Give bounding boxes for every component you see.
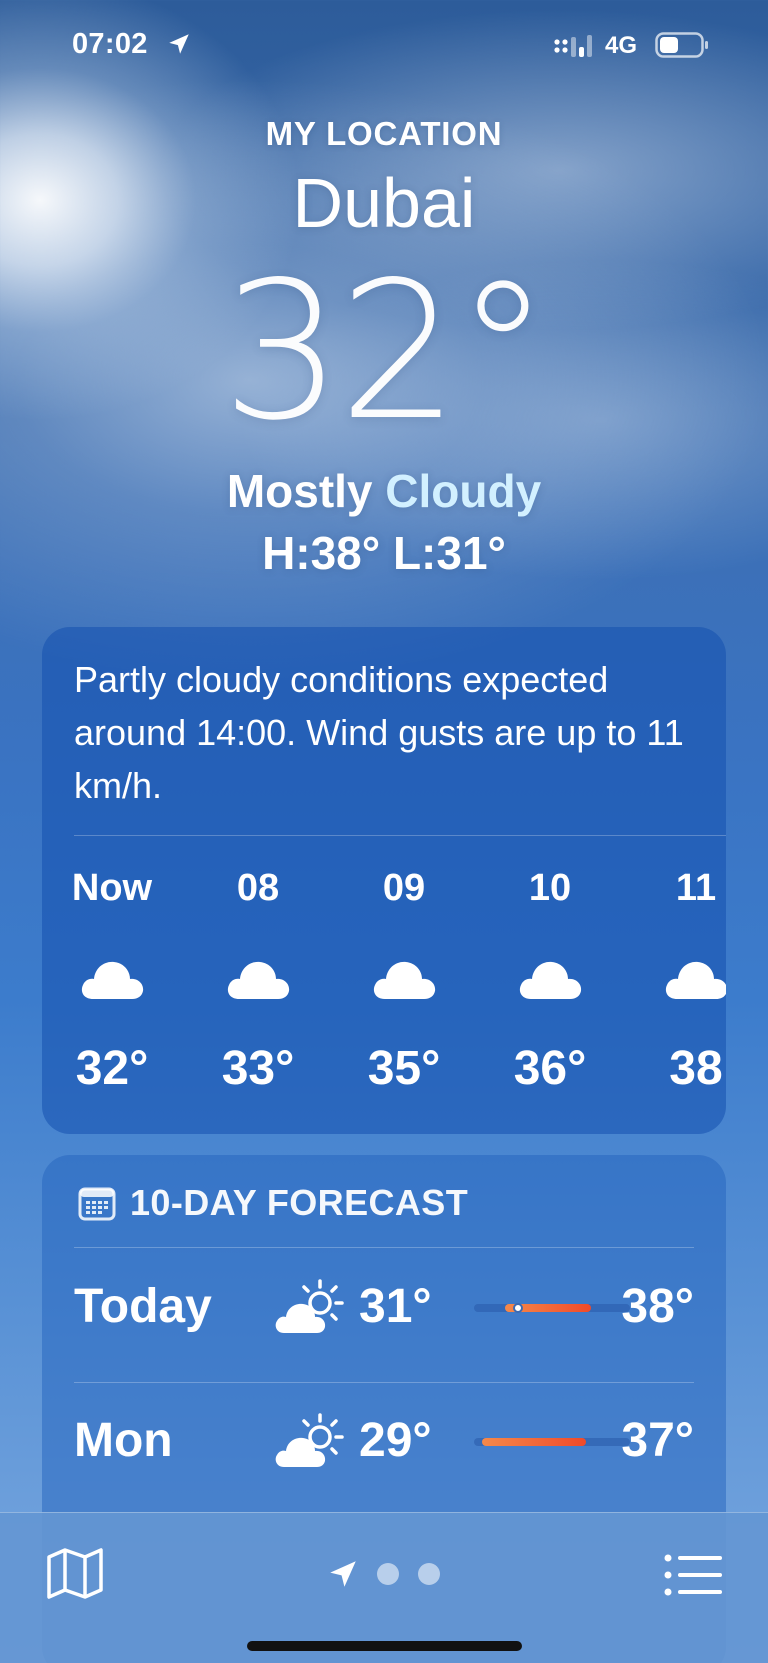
hour-item: Now 32°: [52, 863, 172, 1097]
day-row-today[interactable]: Today 31° 38°: [74, 1259, 694, 1349]
day-name: Mon: [74, 1414, 173, 1467]
divider: [74, 1247, 694, 1248]
location-arrow-icon[interactable]: [326, 1557, 360, 1591]
calendar-icon: [78, 1187, 116, 1221]
network-type: 4G: [605, 32, 638, 59]
divider: [74, 1382, 694, 1383]
day-name: Today: [74, 1280, 212, 1333]
cloud-icon: [519, 961, 582, 999]
hourly-forecast-card[interactable]: Partly cloudy conditions expected around…: [42, 627, 726, 1134]
hour-item: 09 35°: [344, 863, 464, 1097]
list-icon[interactable]: [664, 1553, 722, 1597]
partly-cloudy-icon: [275, 1413, 344, 1467]
day-high: 37°: [621, 1414, 694, 1467]
location-arrow-icon: [169, 34, 189, 54]
battery-icon: [655, 32, 708, 58]
current-temperature-dot: [512, 1303, 523, 1313]
condition-word-1: Mostly: [226, 465, 373, 517]
hour-temperature: 35°: [367, 1042, 441, 1095]
hour-label: 10: [528, 867, 572, 909]
temperature-range-fill: [481, 1438, 587, 1446]
high-low-temperature: H:38° L:31°: [262, 527, 506, 579]
day-low: 29°: [359, 1414, 432, 1467]
ten-day-title: 10-DAY FORECAST: [130, 1182, 469, 1223]
temperature-range-bar: [474, 1303, 630, 1313]
cloud-icon: [227, 961, 290, 999]
location-label: MY LOCATION: [265, 115, 503, 152]
hour-item: 08 33°: [198, 863, 318, 1097]
home-indicator[interactable]: [247, 1641, 522, 1651]
hour-label: 08: [236, 867, 280, 909]
hour-label: 09: [382, 867, 426, 909]
page-dot-icon[interactable]: [377, 1563, 399, 1585]
cloud-icon: [665, 961, 726, 999]
hour-item: 11 38: [636, 863, 726, 1097]
hour-temperature: 32°: [75, 1042, 149, 1095]
hour-temperature: 36°: [513, 1042, 587, 1095]
condition-text: Mostly Cloudy: [0, 463, 768, 519]
condition-word-2: Cloudy: [385, 465, 542, 517]
signal-icon: [554, 35, 592, 57]
day-row-mon[interactable]: Mon 29° 37°: [74, 1393, 694, 1483]
day-low: 31°: [359, 1280, 432, 1333]
hourly-scroll[interactable]: Now 32° 08 33° 09 35° 10 36° 11 38: [42, 863, 726, 1123]
location-header: MY LOCATION Dubai: [0, 115, 768, 243]
temperature-range-bar: [474, 1438, 630, 1446]
divider: [74, 835, 726, 836]
hour-label: Now: [71, 867, 153, 909]
hour-label: 11: [675, 867, 717, 909]
bottom-toolbar: [0, 1512, 768, 1663]
cloud-icon: [373, 961, 436, 999]
hour-item: 10 36°: [490, 863, 610, 1097]
status-time: 07:02: [72, 28, 148, 60]
current-temperature: 32°: [221, 241, 551, 462]
ten-day-header: 10-DAY FORECAST: [78, 1181, 468, 1225]
cloud-icon: [81, 961, 144, 999]
day-high: 38°: [621, 1280, 694, 1333]
hour-temperature: 38: [669, 1042, 723, 1095]
hour-temperature: 33°: [221, 1042, 295, 1095]
map-icon[interactable]: [46, 1547, 104, 1599]
partly-cloudy-icon: [275, 1279, 344, 1333]
status-bar: 07:02 4G: [0, 0, 768, 90]
weather-summary: Partly cloudy conditions expected around…: [74, 659, 684, 806]
page-dot-icon[interactable]: [418, 1563, 440, 1585]
city-name: Dubai: [292, 164, 476, 242]
